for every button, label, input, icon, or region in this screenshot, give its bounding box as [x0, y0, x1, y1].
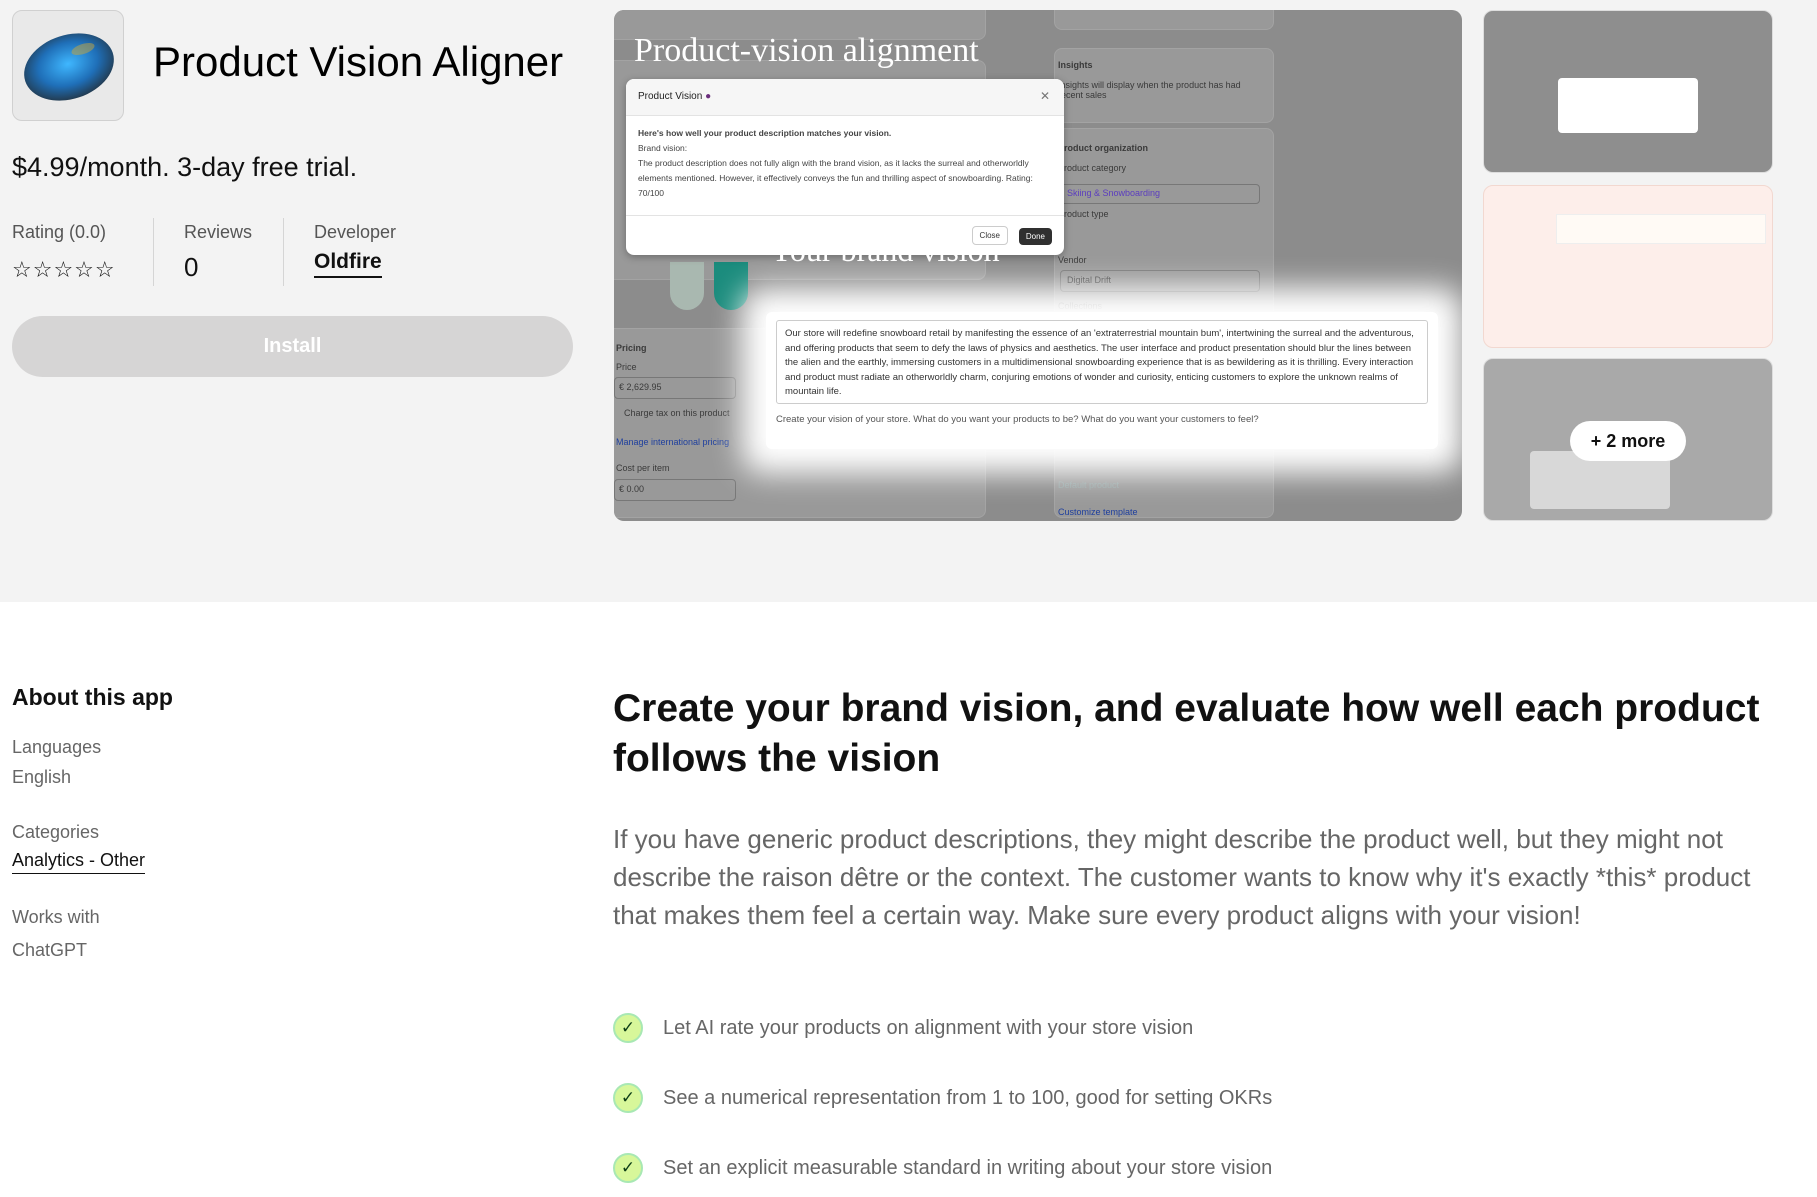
dialog-done-button: Done — [1018, 228, 1052, 245]
feature-item: ✓ Set an explicit measurable standard in … — [613, 1153, 1272, 1183]
divider — [153, 218, 154, 286]
works-with-value: ChatGPT — [12, 940, 88, 960]
bg-vendor: Digital Drift — [1060, 270, 1260, 292]
languages-value: English — [12, 767, 72, 787]
install-button[interactable]: Install — [12, 316, 573, 377]
category-link[interactable]: Analytics - Other — [12, 850, 146, 874]
brand-vision-card: Our store will redefine snowboard retail… — [766, 312, 1438, 449]
bg-collections: Collections — [1058, 301, 1103, 311]
vision-textarea: Our store will redefine snowboard retail… — [776, 320, 1428, 404]
feature-item: ✓ See a numerical representation from 1 t… — [613, 1083, 1272, 1113]
bg-type-label: Product type — [1058, 209, 1109, 219]
bg-default-product: Default product — [1058, 480, 1120, 490]
feature-text: Let AI rate your products on alignment w… — [663, 1016, 1194, 1039]
product-vision-dialog: Product Vision ● ✕ Here's how well your p… — [626, 79, 1064, 255]
feature-text: See a numerical representation from 1 to… — [663, 1086, 1273, 1109]
languages-label: Languages — [12, 737, 102, 757]
screenshot-subtitle: Your brand vision — [770, 232, 1000, 268]
dialog-intro: Here's how well your product description… — [638, 128, 892, 138]
screenshot-thumbnail-2[interactable] — [1483, 185, 1773, 348]
check-icon: ✓ — [613, 1153, 643, 1183]
bg-cost-label: Cost per item — [616, 463, 670, 473]
screenshot-title: Product-vision alignment — [634, 32, 979, 69]
developer-label: Developer — [314, 222, 397, 242]
divider — [283, 218, 284, 286]
dialog-icon: ● — [705, 91, 712, 102]
more-screenshots-button[interactable]: + 2 more — [1570, 421, 1686, 461]
bg-category: Skiing & Snowboarding — [1060, 184, 1260, 204]
bg-price: € 2,629.95 — [614, 377, 736, 399]
feature-headline: Create your brand vision, and evaluate h… — [613, 687, 1760, 780]
main-screenshot[interactable]: Insights Insights will display when the … — [614, 10, 1462, 521]
bg-tax: Charge tax on this product — [624, 408, 730, 418]
reviews-count[interactable]: 0 — [184, 252, 198, 283]
app-title: Product Vision Aligner — [153, 38, 564, 85]
dialog-brand-label: Brand vision: — [638, 143, 688, 153]
dialog-title: Product Vision — [638, 91, 703, 102]
bg-price-label: Price — [616, 362, 637, 372]
vision-help-text: Create your vision of your store. What d… — [776, 414, 1259, 425]
star-rating-icon: ☆☆☆☆☆ — [12, 257, 116, 282]
screenshot-thumbnail-more[interactable]: + 2 more — [1483, 358, 1773, 521]
rating-label: Rating (0.0) — [12, 222, 107, 242]
bg-insights-text: Insights will display when the product h… — [1058, 80, 1241, 100]
bg-org: Product organization — [1058, 143, 1148, 153]
feature-description: If you have generic product descriptions… — [613, 824, 1751, 930]
close-icon: ✕ — [1039, 89, 1050, 103]
bg-vendor-label: Vendor — [1058, 255, 1087, 265]
works-with-label: Works with — [12, 907, 100, 927]
check-icon: ✓ — [613, 1083, 643, 1113]
app-icon — [12, 10, 124, 121]
bg-intl: Manage international pricing — [616, 437, 730, 447]
about-heading: About this app — [12, 684, 173, 710]
bg-category-label: Product category — [1058, 163, 1127, 173]
check-icon: ✓ — [613, 1013, 643, 1043]
pricing-text: $4.99/month. 3-day free trial. — [12, 152, 358, 182]
developer-link[interactable]: Oldfire — [314, 250, 382, 278]
bg-cost: € 0.00 — [614, 479, 736, 501]
bg-pricing: Pricing — [616, 343, 647, 353]
reviews-label: Reviews — [184, 222, 253, 242]
dialog-result: The product description does not fully a… — [638, 158, 1033, 198]
feature-item: ✓ Let AI rate your products on alignment … — [613, 1013, 1193, 1043]
categories-label: Categories — [12, 822, 100, 842]
bg-insights: Insights — [1058, 60, 1093, 70]
bg-customize: Customize template — [1058, 507, 1138, 517]
screenshot-thumbnail-1[interactable] — [1483, 10, 1773, 173]
feature-text: Set an explicit measurable standard in w… — [663, 1156, 1273, 1179]
